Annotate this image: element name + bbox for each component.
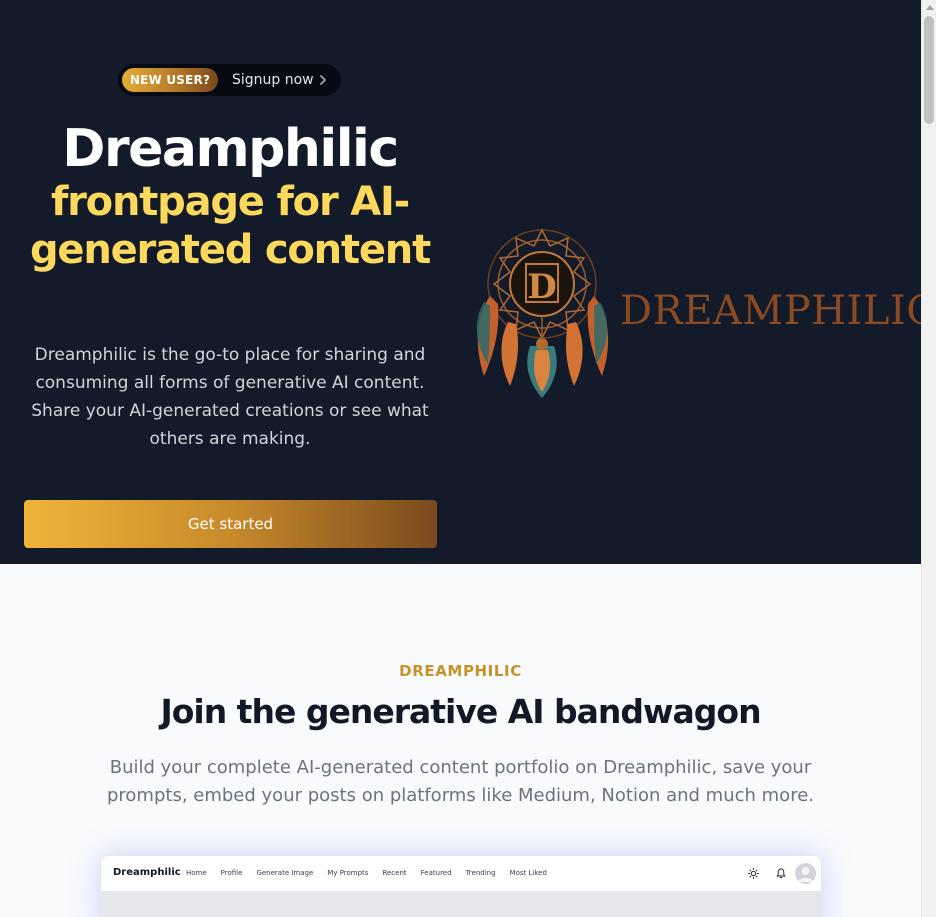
get-started-button[interactable]: Get started <box>24 500 437 548</box>
user-avatar-icon <box>795 863 816 884</box>
preview-nav-generate-image: Generate Image <box>256 869 314 877</box>
svg-text:D: D <box>527 267 556 307</box>
preview-nav-trending: Trending <box>465 869 496 877</box>
brand-logo: D DREAMPHILIC <box>470 226 921 402</box>
features-description: Build your complete AI-generated content… <box>106 757 814 806</box>
hero-title: Dreamphilic <box>62 119 399 179</box>
preview-nav-my-prompts: My Prompts <box>327 869 369 877</box>
app-preview-screenshot: Dreamphilic Home Profile Generate Image … <box>100 855 822 917</box>
signup-link-text: Signup now <box>232 72 314 88</box>
preview-nav-recent: Recent <box>382 869 407 877</box>
hero-section: NEW USER? Signup now Dreamphilic frontpa… <box>0 0 921 564</box>
preview-navbar: Dreamphilic Home Profile Generate Image … <box>101 856 821 891</box>
preview-nav-most-liked: Most Liked <box>509 869 547 877</box>
hero-description: Dreamphilic is the go-to place for shari… <box>31 345 429 449</box>
new-user-signup-banner[interactable]: NEW USER? Signup now <box>118 64 341 96</box>
hero-subtitle: frontpage for AI-generated content <box>29 179 431 273</box>
bell-icon <box>776 868 786 879</box>
scrollbar-thumb[interactable] <box>924 16 934 124</box>
logo-wordmark: DREAMPHILIC <box>620 288 921 334</box>
preview-nav-links: Home Profile Generate Image My Prompts R… <box>186 869 561 877</box>
page-scrollbar[interactable] <box>921 0 936 917</box>
preview-brand: Dreamphilic <box>113 867 181 878</box>
preview-content-area <box>101 891 821 917</box>
preview-nav-featured: Featured <box>420 869 452 877</box>
features-title: Join the generative AI bandwagon <box>160 692 761 731</box>
features-eyebrow: DREAMPHILIC <box>399 662 522 680</box>
dreamcatcher-logo: D <box>476 228 609 398</box>
sun-icon <box>748 868 759 879</box>
page: NEW USER? Signup now Dreamphilic frontpa… <box>0 0 921 917</box>
new-user-badge: NEW USER? <box>122 68 218 92</box>
preview-nav-home: Home <box>186 869 207 877</box>
preview-nav-profile: Profile <box>220 869 243 877</box>
scroll-up-arrow-icon[interactable] <box>926 5 934 10</box>
chevron-right-icon <box>320 75 326 85</box>
